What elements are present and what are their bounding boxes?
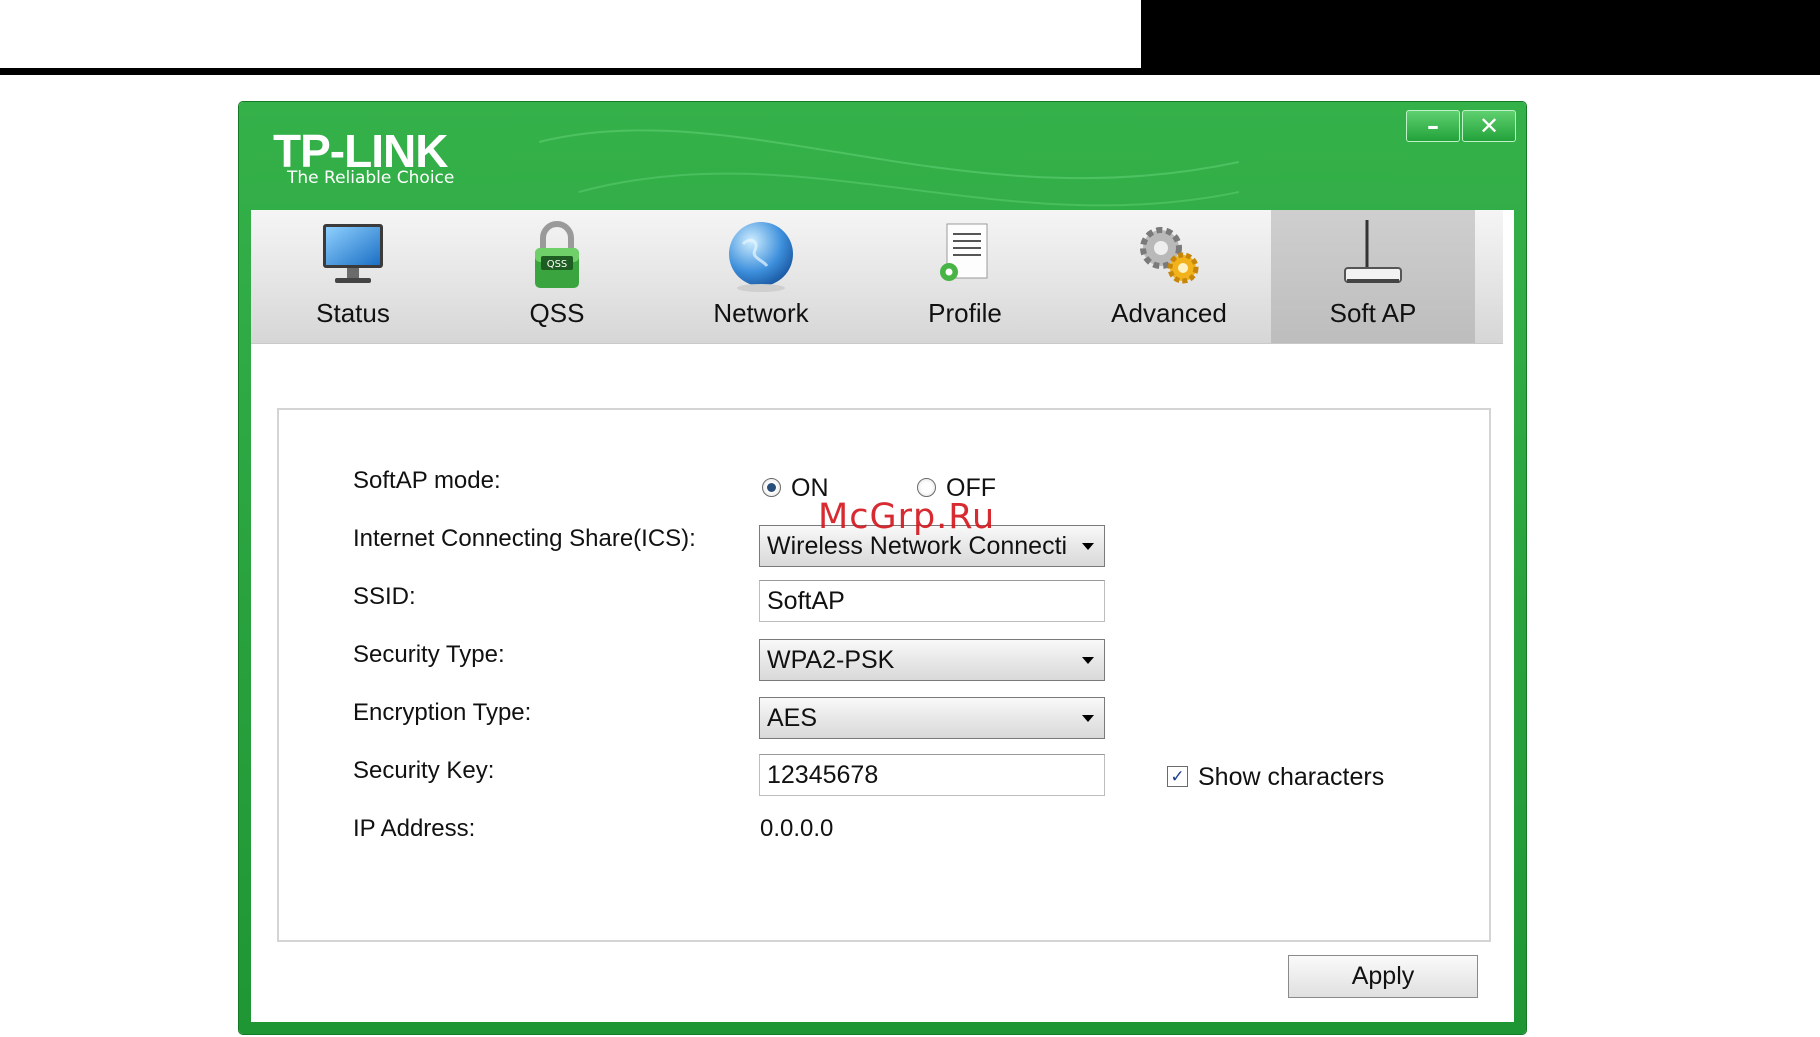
softap-on-radio[interactable] [762, 478, 781, 497]
ics-label: Internet Connecting Share(ICS): [353, 525, 696, 552]
tab-advanced[interactable]: Advanced [1067, 210, 1271, 343]
minimize-button[interactable]: – [1406, 110, 1460, 142]
security-type-label: Security Type: [353, 641, 505, 668]
ssid-label: SSID: [353, 583, 416, 610]
security-key-label: Security Key: [353, 757, 495, 784]
minimize-icon: – [1427, 112, 1439, 140]
gears-icon [1140, 227, 1199, 284]
tab-label: Status [316, 298, 390, 328]
show-characters-checkbox[interactable]: ✓ [1167, 766, 1188, 787]
ssid-input[interactable]: SoftAP [759, 580, 1105, 622]
tab-label: Advanced [1111, 298, 1227, 328]
encryption-type-dropdown[interactable]: AES [759, 697, 1105, 739]
apply-button[interactable]: Apply [1288, 955, 1478, 998]
ip-address-value: 0.0.0.0 [760, 815, 834, 842]
close-icon: ✕ [1478, 112, 1500, 140]
close-button[interactable]: ✕ [1462, 110, 1516, 142]
ssid-value: SoftAP [767, 586, 845, 615]
security-type-value: WPA2-PSK [767, 645, 895, 674]
document-icon [940, 223, 988, 281]
title-decoration [539, 129, 1239, 207]
watermark-text: McGrp.Ru [818, 497, 996, 537]
softap-off-radio[interactable] [917, 478, 936, 497]
tab-soft-ap[interactable]: Soft AP [1271, 210, 1475, 343]
ip-address-label: IP Address: [353, 815, 476, 842]
title-bar[interactable]: TP-LINK The Reliable Choice – ✕ [239, 102, 1526, 210]
monitor-icon [323, 224, 383, 283]
encryption-type-value: AES [767, 703, 818, 732]
security-key-input[interactable]: 12345678 [759, 754, 1105, 796]
tab-network[interactable]: Network [659, 210, 863, 343]
chevron-down-icon [1082, 715, 1094, 722]
padlock-icon: QSS [535, 221, 579, 288]
tab-qss[interactable]: QSS QSS [455, 210, 659, 343]
security-type-dropdown[interactable]: WPA2-PSK [759, 639, 1105, 681]
tab-label: Profile [928, 298, 1002, 328]
chevron-down-icon [1082, 657, 1094, 664]
router-icon [1344, 220, 1402, 283]
tab-label: Network [713, 298, 809, 328]
checkmark-icon: ✓ [1170, 766, 1185, 787]
logo-tagline: The Reliable Choice [287, 168, 455, 188]
chevron-down-icon [1082, 543, 1094, 550]
show-characters-label[interactable]: Show characters [1198, 763, 1384, 792]
globe-icon [729, 222, 793, 292]
security-key-value: 12345678 [767, 760, 879, 789]
tab-label: Soft AP [1329, 298, 1417, 328]
encryption-type-label: Encryption Type: [353, 699, 532, 726]
svg-text:QSS: QSS [547, 259, 568, 270]
tab-profile[interactable]: Profile [863, 210, 1067, 343]
main-toolbar: Status QSS QSS Network Profile Advanced … [251, 210, 1503, 344]
page-header-block [1141, 0, 1820, 75]
tab-status[interactable]: Status [251, 210, 455, 343]
tab-label: QSS [529, 298, 585, 328]
softap-mode-label: SoftAP mode: [353, 467, 501, 494]
